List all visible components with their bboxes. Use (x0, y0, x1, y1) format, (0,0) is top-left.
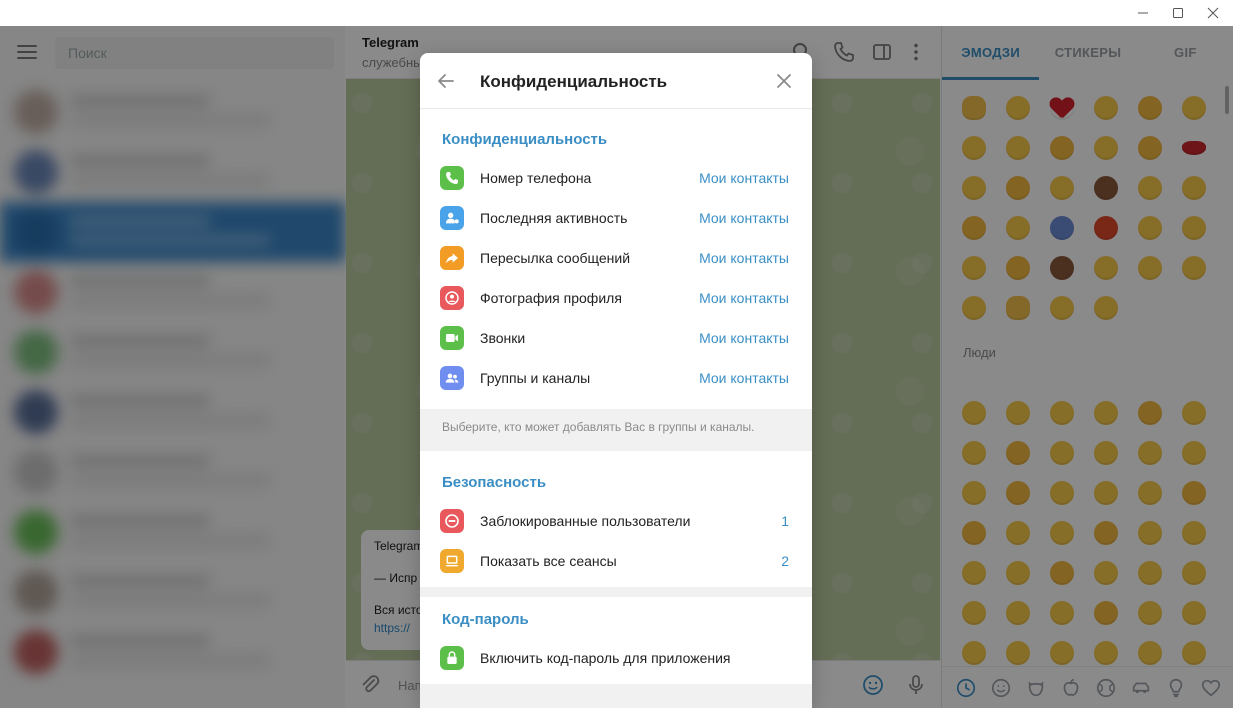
privacy-item-label: Пересылка сообщений (480, 250, 631, 266)
privacy-item-groups[interactable]: Группы и каналы Мои контакты (420, 358, 812, 398)
security-item-blocked[interactable]: Заблокированные пользователи 1 (420, 501, 812, 541)
security-item-count: 1 (781, 513, 789, 529)
section-divider (420, 684, 812, 708)
privacy-item-value[interactable]: Мои контакты (699, 210, 789, 226)
back-arrow-icon[interactable] (434, 69, 458, 93)
privacy-item-profile-photo[interactable]: Фотография профиля Мои контакты (420, 278, 812, 318)
privacy-item-value[interactable]: Мои контакты (699, 290, 789, 306)
privacy-item-label: Звонки (480, 330, 526, 346)
dialog-title: Конфиденциальность (480, 72, 668, 91)
privacy-item-forwarding[interactable]: Пересылка сообщений Мои контакты (420, 238, 812, 278)
maximize-icon[interactable] (1161, 3, 1195, 23)
video-call-icon (440, 326, 464, 350)
privacy-item-value[interactable]: Мои контакты (699, 330, 789, 346)
close-icon[interactable] (1196, 3, 1230, 23)
minimize-icon[interactable] (1126, 3, 1160, 23)
privacy-item-label: Группы и каналы (480, 370, 591, 386)
dialog-header: Конфиденциальность (420, 53, 812, 109)
security-section-heading: Безопасность (442, 474, 547, 491)
security-item-label: Показать все сеансы (480, 553, 617, 569)
privacy-item-last-seen[interactable]: Последняя активность Мои контакты (420, 198, 812, 238)
security-item-count: 2 (781, 553, 789, 569)
privacy-item-label: Номер телефона (480, 170, 592, 186)
privacy-item-label: Последняя активность (480, 210, 628, 226)
privacy-item-value[interactable]: Мои контакты (699, 250, 789, 266)
forward-icon (440, 246, 464, 270)
security-item-sessions[interactable]: Показать все сеансы 2 (420, 541, 812, 581)
privacy-dialog: Конфиденциальность Конфиденциальность Но… (420, 53, 812, 708)
groups-icon (440, 366, 464, 390)
passcode-item-label: Включить код-пароль для приложения (480, 650, 731, 666)
privacy-section-heading: Конфиденциальность (442, 131, 608, 148)
section-divider (420, 587, 812, 597)
window-titlebar (0, 0, 1233, 26)
privacy-item-value[interactable]: Мои контакты (699, 170, 789, 186)
block-icon (440, 509, 464, 533)
laptop-icon (440, 549, 464, 573)
profile-photo-icon (440, 286, 464, 310)
lock-icon (440, 646, 464, 670)
user-status-icon (440, 206, 464, 230)
passcode-section-heading: Код-пароль (442, 611, 529, 628)
privacy-item-calls[interactable]: Звонки Мои контакты (420, 318, 812, 358)
security-item-label: Заблокированные пользователи (480, 513, 691, 529)
privacy-item-value[interactable]: Мои контакты (699, 370, 789, 386)
privacy-item-phone[interactable]: Номер телефона Мои контакты (420, 158, 812, 198)
phone-icon (440, 166, 464, 190)
close-icon[interactable] (772, 69, 796, 93)
passcode-item-enable[interactable]: Включить код-пароль для приложения (420, 638, 812, 678)
privacy-hint: Выберите, кто может добавлять Вас в груп… (442, 420, 755, 434)
privacy-item-label: Фотография профиля (480, 290, 622, 306)
